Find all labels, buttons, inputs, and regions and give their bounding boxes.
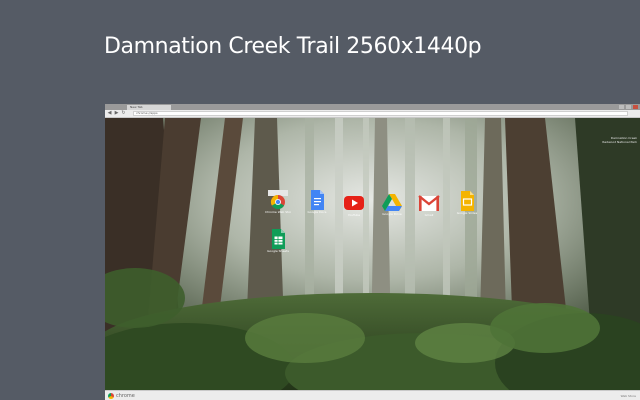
page: Damnation Creek Trail 2560x1440p New Tab… (0, 0, 640, 400)
close-icon[interactable] (633, 105, 638, 109)
app-label: Google Drive (382, 212, 402, 216)
forest-wallpaper: Damnation Creek Redwood National Park Ch… (105, 118, 640, 391)
window-controls (619, 105, 638, 109)
taskbar-link[interactable]: Web Store (621, 394, 636, 398)
app-google-sheets[interactable]: Google Sheets (265, 229, 291, 255)
maximize-icon[interactable] (626, 105, 631, 109)
taskbar-label: chrome (116, 393, 135, 399)
app-gmail[interactable]: Gmail (416, 193, 442, 219)
drive-icon (382, 194, 402, 211)
docs-icon (311, 190, 324, 210)
minimize-icon[interactable] (619, 105, 624, 109)
browser-toolbar: ◀ ▶ ↻ chrome://apps (105, 110, 640, 118)
browser-screenshot: New Tab ◀ ▶ ↻ chrome://apps Damnation Cr… (105, 104, 640, 400)
chrome-icon (268, 190, 288, 210)
slides-icon (461, 191, 474, 211)
taskbar: chrome Web Store (105, 390, 640, 400)
app-youtube[interactable]: YouTube (341, 193, 367, 219)
back-icon[interactable]: ◀ (107, 111, 112, 116)
gmail-icon (418, 195, 440, 211)
chrome-logo-icon[interactable] (108, 393, 114, 399)
app-label: YouTube (347, 213, 361, 217)
app-label: Google Slides (456, 211, 478, 215)
forest-image (105, 118, 640, 391)
page-title: Damnation Creek Trail 2560x1440p (104, 34, 482, 59)
app-label: Chrome Web Store (265, 210, 291, 214)
app-label: Google Sheets (267, 249, 289, 253)
app-label: Google Docs (307, 210, 327, 214)
sheets-icon (272, 229, 285, 249)
address-bar[interactable]: chrome://apps (133, 111, 628, 116)
app-chrome-web-store[interactable]: Chrome Web Store (265, 190, 291, 216)
app-google-slides[interactable]: Google Slides (454, 191, 480, 217)
app-google-docs[interactable]: Google Docs (304, 190, 330, 216)
reload-icon[interactable]: ↻ (121, 111, 126, 116)
youtube-icon (344, 196, 364, 210)
wallpaper-caption-line2: Redwood National Park (602, 140, 637, 144)
app-google-drive[interactable]: Google Drive (379, 192, 405, 218)
forward-icon[interactable]: ▶ (114, 111, 119, 116)
app-label: Gmail (424, 213, 434, 217)
wallpaper-caption: Damnation Creek Redwood National Park (602, 136, 637, 144)
